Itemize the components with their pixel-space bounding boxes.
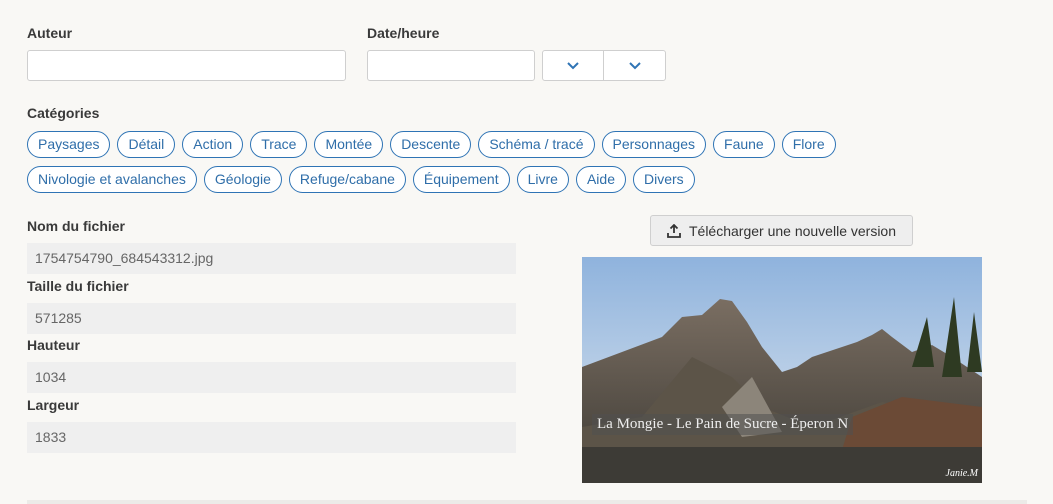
filename-value: 1754754790_684543312.jpg xyxy=(27,243,516,274)
category-chip[interactable]: Nivologie et avalanches xyxy=(27,166,197,193)
height-label: Hauteur xyxy=(27,337,80,353)
filesize-value: 571285 xyxy=(27,303,516,334)
categories-label: Catégories xyxy=(27,105,100,121)
photo-preview: La Mongie - Le Pain de Sucre - Éperon N … xyxy=(582,257,982,483)
category-chip[interactable]: Livre xyxy=(516,166,569,193)
category-chip[interactable]: Refuge/cabane xyxy=(288,166,406,193)
categories-row-2: Nivologie et avalanches Géologie Refuge/… xyxy=(27,166,695,193)
auteur-label: Auteur xyxy=(27,25,73,41)
category-chip[interactable]: Trace xyxy=(250,131,308,158)
photo-signature: Janie.M xyxy=(945,468,979,479)
chevron-down-icon xyxy=(567,61,579,69)
width-label: Largeur xyxy=(27,397,80,413)
category-chip[interactable]: Personnages xyxy=(601,131,707,158)
categories-row-1: Paysages Détail Action Trace Montée Desc… xyxy=(27,131,836,158)
category-chip[interactable]: Flore xyxy=(781,131,836,158)
category-chip[interactable]: Géologie xyxy=(203,166,282,193)
upload-button-label: Télécharger une nouvelle version xyxy=(688,222,896,239)
category-chip[interactable]: Équipement xyxy=(412,166,510,193)
photo-caption: La Mongie - Le Pain de Sucre - Éperon N xyxy=(592,414,854,435)
category-chip[interactable]: Aide xyxy=(575,166,626,193)
category-chip[interactable]: Descente xyxy=(390,131,472,158)
bottom-divider xyxy=(27,500,1027,504)
width-value: 1833 xyxy=(27,422,516,453)
date-label: Date/heure xyxy=(367,25,440,41)
category-chip[interactable]: Action xyxy=(182,131,244,158)
filesize-label: Taille du fichier xyxy=(27,278,129,294)
height-value: 1034 xyxy=(27,362,516,393)
auteur-input[interactable] xyxy=(27,50,346,81)
upload-new-version-button[interactable]: Télécharger une nouvelle version xyxy=(650,215,913,246)
category-chip[interactable]: Divers xyxy=(633,166,695,193)
date-input[interactable] xyxy=(367,50,535,81)
chevron-down-icon xyxy=(628,61,641,69)
hour-select[interactable] xyxy=(542,50,604,81)
category-chip[interactable]: Détail xyxy=(117,131,176,158)
category-chip[interactable]: Faune xyxy=(713,131,775,158)
category-chip[interactable]: Paysages xyxy=(27,131,111,158)
category-chip[interactable]: Montée xyxy=(314,131,384,158)
category-chip[interactable]: Schéma / tracé xyxy=(478,131,595,158)
filename-label: Nom du fichier xyxy=(27,218,126,234)
mountain-photo xyxy=(582,257,982,483)
upload-icon xyxy=(667,223,681,238)
minute-select[interactable] xyxy=(603,50,666,81)
